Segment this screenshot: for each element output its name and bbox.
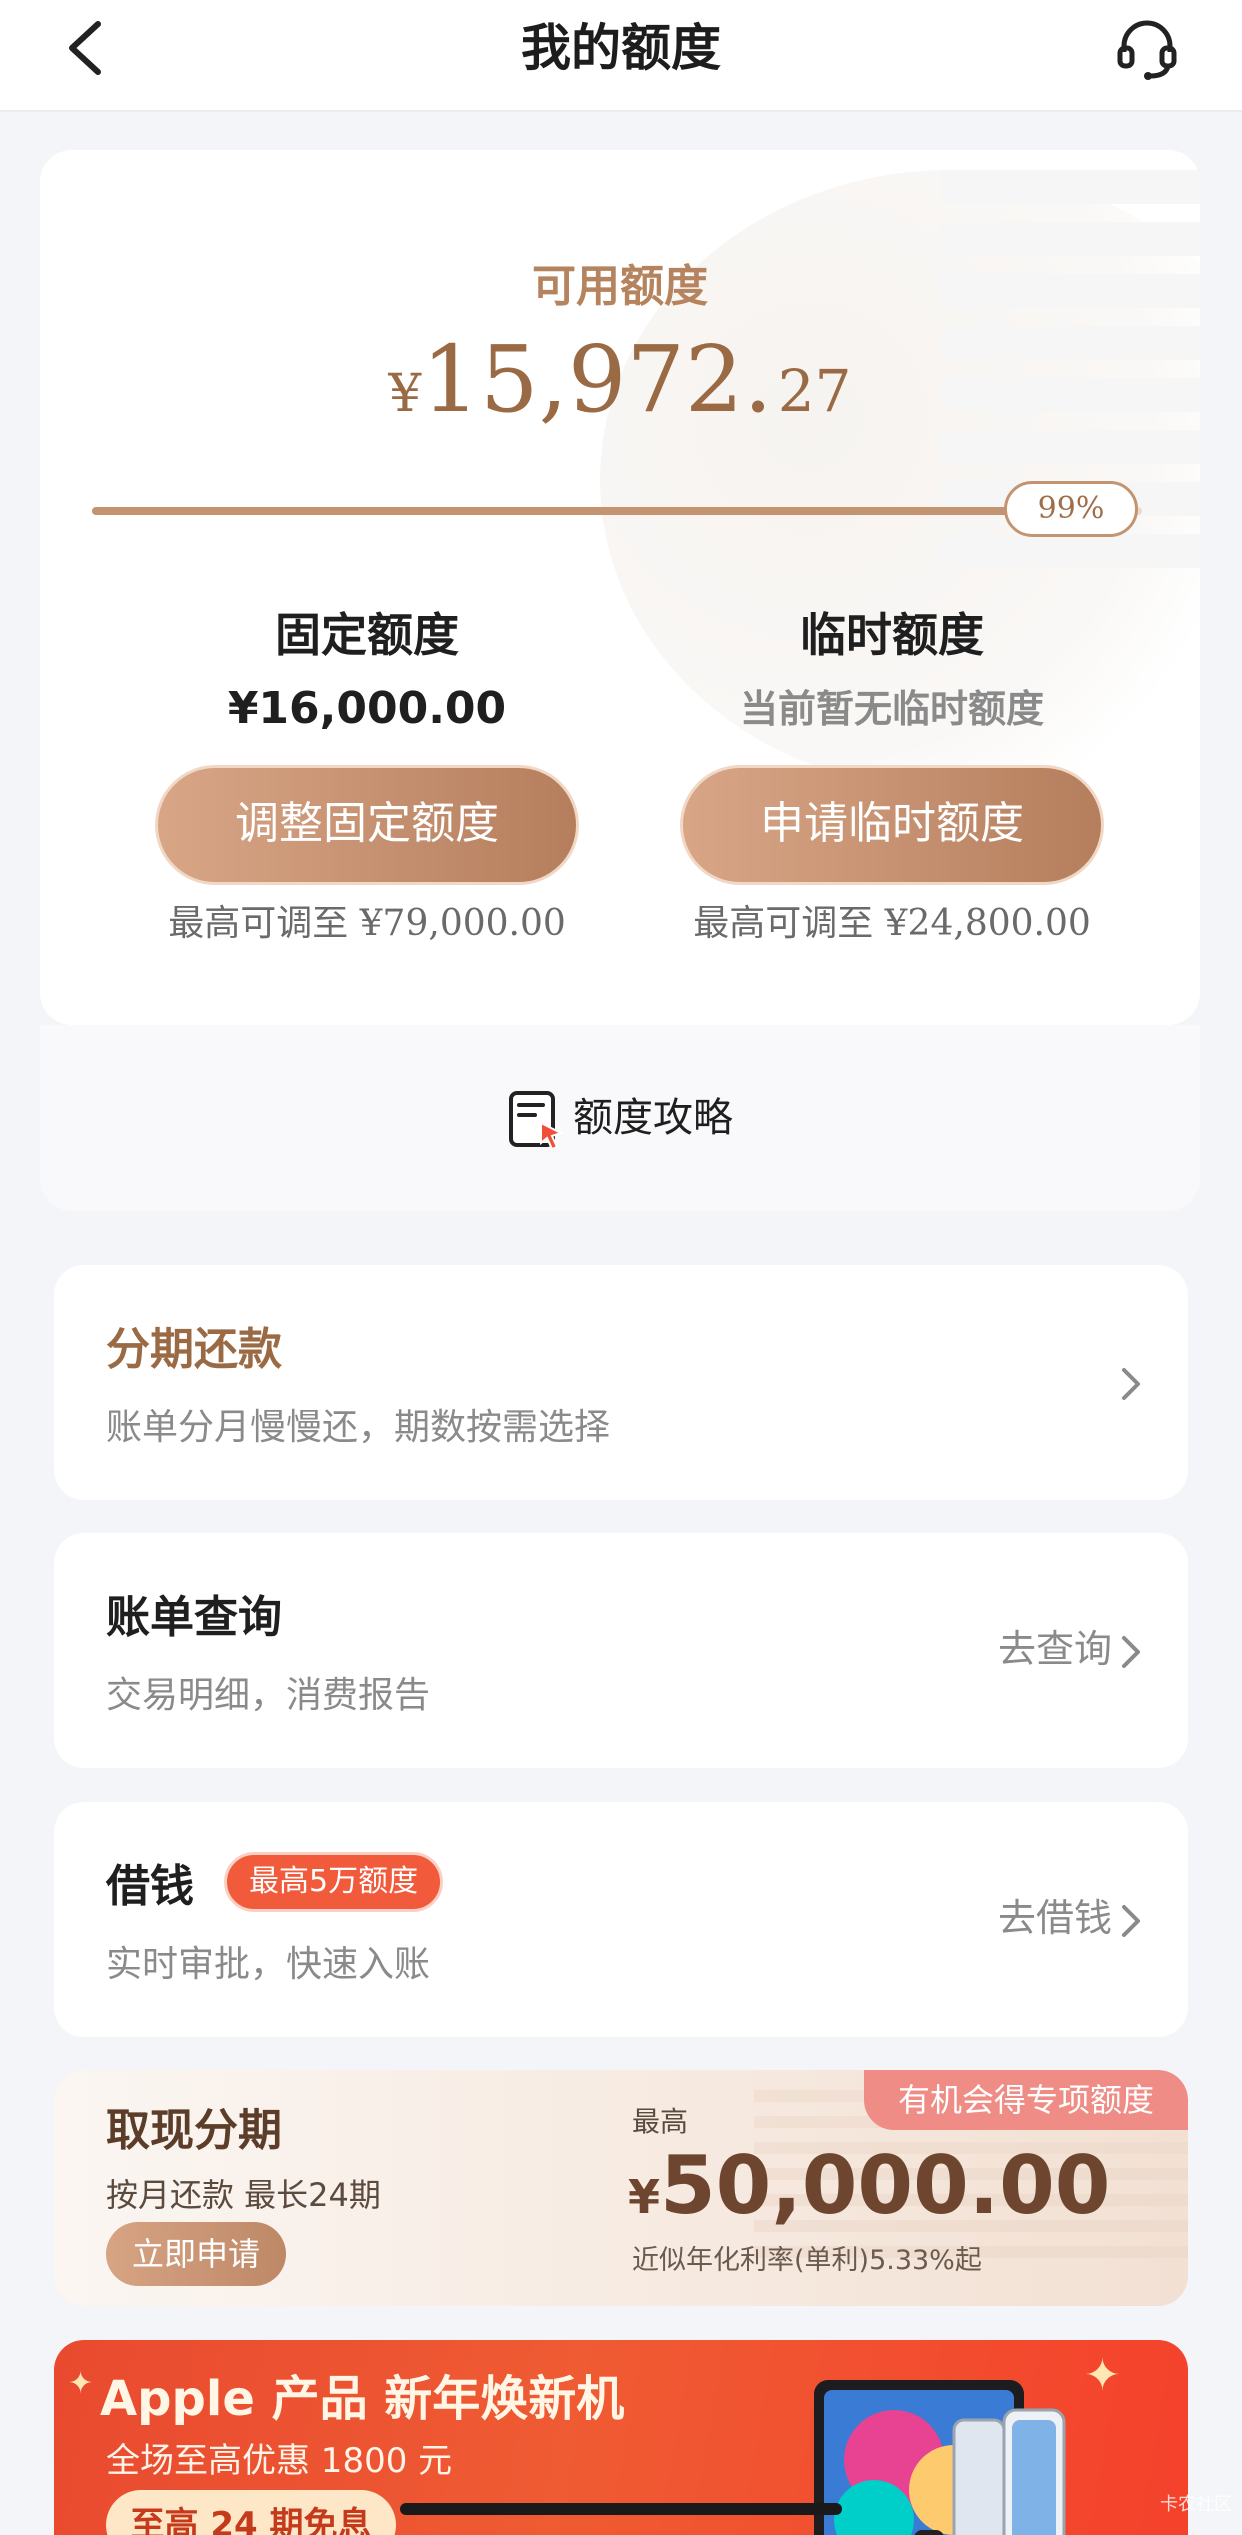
fixed-quota-section: 固定额度 ¥16,000.00 调整固定额度 最高可调至 ¥79,000.00 — [132, 605, 602, 949]
chevron-right-icon — [1122, 1904, 1140, 1937]
quota-strategy-link[interactable]: 额度攻略 — [40, 1025, 1200, 1211]
special-quota-tag: 有机会得专项额度 — [863, 2070, 1188, 2130]
borrow-title: 借钱 — [106, 1861, 194, 1912]
cash-max-label: 最高 — [632, 2105, 689, 2138]
cash-installment-card[interactable]: 有机会得专项额度 取现分期 按月还款 最长24期 立即申请 最高 ¥50,000… — [54, 2070, 1188, 2306]
borrow-subtitle: 实时审批，快速入账 — [106, 1944, 431, 1985]
page-title: 我的额度 — [521, 19, 721, 77]
apply-temporary-quota-button[interactable]: 申请临时额度 — [680, 765, 1104, 885]
temporary-quota-hint-value: ¥24,800.00 — [884, 903, 1091, 944]
temporary-quota-title: 临时额度 — [800, 608, 984, 662]
fixed-quota-hint: 最高可调至 ¥79,000.00 — [132, 899, 602, 949]
currency-symbol: ¥ — [388, 364, 422, 424]
temporary-quota-hint-prefix: 最高可调至 — [693, 903, 885, 944]
bill-query-title: 账单查询 — [106, 1592, 282, 1643]
fixed-quota-title: 固定额度 — [275, 608, 459, 662]
borrow-action[interactable]: 去借钱 — [998, 1890, 1144, 1946]
installment-action — [1112, 1353, 1144, 1409]
chevron-right-icon — [1122, 1635, 1140, 1668]
installment-subtitle: 账单分月慢慢还，期数按需选择 — [106, 1407, 611, 1448]
temporary-quota-hint: 最高可调至 ¥24,800.00 — [657, 899, 1127, 949]
borrow-card[interactable]: 借钱 最高5万额度 实时审批，快速入账 去借钱 — [54, 1802, 1188, 2037]
quota-strategy-label: 额度攻略 — [573, 1095, 733, 1141]
bill-query-subtitle: 交易明细，消费报告 — [106, 1675, 431, 1716]
chevron-right-icon — [1122, 1367, 1140, 1400]
fixed-quota-hint-prefix: 最高可调至 — [168, 903, 360, 944]
quota-strategy-content: 额度攻略 — [40, 1085, 1200, 1151]
bill-query-action-label: 去查询 — [997, 1627, 1112, 1671]
installment-repay-card[interactable]: 分期还款 账单分月慢慢还，期数按需选择 — [54, 1265, 1188, 1500]
customer-service-button[interactable] — [1112, 14, 1182, 84]
temporary-quota-value: 当前暂无临时额度 — [739, 687, 1044, 731]
usage-percent-badge: 99% — [1004, 481, 1138, 537]
cash-installment-subtitle: 按月还款 最长24期 — [106, 2176, 381, 2214]
home-indicator — [400, 2503, 842, 2515]
promo-subtitle: 全场至高优惠 1800 元 — [106, 2441, 453, 2481]
borrow-action-label: 去借钱 — [997, 1896, 1112, 1940]
amount-integer: 15,972. — [421, 326, 773, 433]
headset-icon — [1117, 20, 1177, 80]
quota-card: 可用额度 ¥15,972. 27 99% 固定额度 ¥16,000.00 调整固… — [40, 150, 1200, 1025]
bill-query-action[interactable]: 去查询 — [998, 1621, 1144, 1677]
amount-decimal: 27 — [777, 357, 852, 425]
apply-now-button[interactable]: 立即申请 — [106, 2222, 286, 2286]
guide-book-icon — [509, 1091, 564, 1151]
cash-interest-rate: 近似年化利率(单利)5.33%起 — [632, 2245, 982, 2276]
promo-title: Apple 产品 新年焕新机 — [100, 2371, 625, 2427]
watermark: 卡农社区 — [1160, 2494, 1232, 2515]
available-quota-label: 可用额度 — [532, 261, 708, 312]
bill-query-card[interactable]: 账单查询 交易明细，消费报告 去查询 — [54, 1533, 1188, 1768]
usage-progress-bar — [92, 507, 1142, 515]
promo-interest-free-chip: 至高 24 期免息 — [106, 2490, 396, 2535]
available-quota-amount: ¥15,972. 27 — [40, 330, 1200, 456]
installment-title: 分期还款 — [106, 1324, 282, 1375]
cash-installment-title: 取现分期 — [106, 2105, 282, 2156]
temporary-quota-section: 临时额度 当前暂无临时额度 申请临时额度 最高可调至 ¥24,800.00 — [657, 605, 1127, 949]
adjust-fixed-quota-button[interactable]: 调整固定额度 — [155, 765, 579, 885]
nav-header: 我的额度 — [0, 0, 1242, 112]
fixed-quota-hint-value: ¥79,000.00 — [359, 903, 566, 944]
sparkle-icon: ✦ — [68, 2366, 94, 2401]
currency-symbol: ¥ — [628, 2170, 661, 2224]
cash-amount-value: 50,000.00 — [660, 2139, 1111, 2232]
borrow-limit-badge: 最高5万额度 — [224, 1852, 444, 1912]
fixed-quota-value: ¥16,000.00 — [227, 683, 507, 734]
usage-progress-fill — [92, 507, 1132, 515]
